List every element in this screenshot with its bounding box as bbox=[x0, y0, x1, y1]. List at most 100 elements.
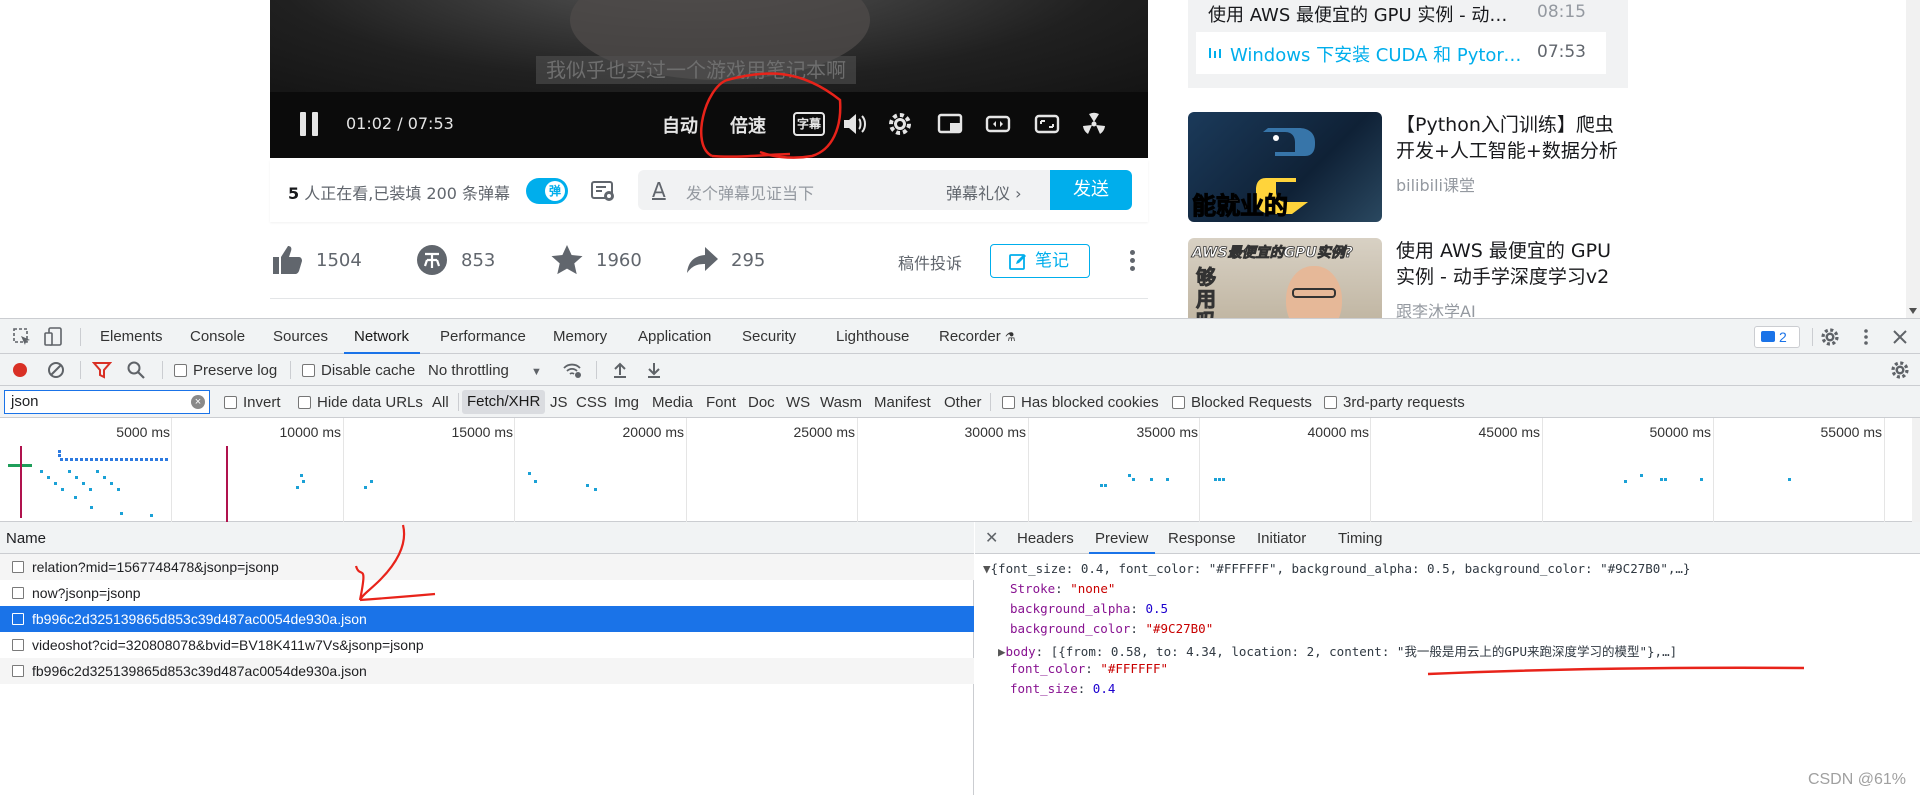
tab-initiator[interactable]: Initiator bbox=[1257, 530, 1306, 547]
settings-icon[interactable] bbox=[886, 110, 914, 138]
quality-button[interactable]: 自动 bbox=[662, 112, 698, 138]
more-icon[interactable] bbox=[1130, 250, 1136, 272]
issues-badge[interactable]: 2 bbox=[1754, 326, 1800, 348]
recommended-video[interactable]: 能就业的Python 【Python入门训练】爬虫开发+人工智能+数据分析 bi… bbox=[1188, 112, 1628, 222]
type-css[interactable]: CSS bbox=[576, 394, 607, 411]
type-media[interactable]: Media bbox=[652, 394, 693, 411]
throttling-select[interactable]: No throttling ▼ bbox=[428, 362, 542, 379]
type-manifest[interactable]: Manifest bbox=[874, 394, 931, 411]
network-settings-icon[interactable] bbox=[1890, 360, 1910, 380]
recommended-video[interactable]: AWS最便宜的GPU实例? 够用吗 使用 AWS 最便宜的 GPU 实例 - 动… bbox=[1188, 238, 1628, 318]
tab-headers[interactable]: Headers bbox=[1017, 530, 1074, 547]
tab-application[interactable]: Application bbox=[638, 328, 711, 345]
request-list-header[interactable]: Name bbox=[0, 522, 974, 554]
video-player[interactable]: 我似乎也买过一个游戏用笔记本啊 01:02 / 07:53 自动 倍速 字幕 bbox=[270, 0, 1148, 158]
video-thumbnail[interactable]: AWS最便宜的GPU实例? 够用吗 bbox=[1188, 238, 1382, 318]
widescreen-icon[interactable] bbox=[984, 110, 1012, 138]
danmaku-toggle[interactable]: 弹 bbox=[526, 178, 568, 204]
tab-performance[interactable]: Performance bbox=[440, 328, 526, 345]
danmaku-settings-icon[interactable] bbox=[590, 179, 616, 203]
type-doc[interactable]: Doc bbox=[748, 394, 775, 411]
danmaku-etiquette-link[interactable]: 弹幕礼仪 › bbox=[946, 180, 1022, 204]
inspect-element-icon[interactable] bbox=[12, 327, 32, 347]
timeline-request-mark bbox=[125, 458, 128, 461]
tab-network[interactable]: Network bbox=[354, 328, 409, 345]
table-row[interactable]: fb996c2d325139865d853c39d487ac0054de930a… bbox=[0, 658, 974, 684]
tab-elements[interactable]: Elements bbox=[100, 328, 163, 345]
danmaku-input[interactable]: 发个弹幕见证当下 bbox=[686, 180, 814, 204]
timeline-request-mark bbox=[1660, 478, 1663, 481]
thumbnail-caption: AWS最便宜的GPU实例? bbox=[1192, 245, 1354, 262]
json-row-body[interactable]: ▶body: [{from: 0.58, to: 4.34, location:… bbox=[998, 641, 1677, 660]
danmaku-send-button[interactable]: 发送 bbox=[1050, 170, 1132, 210]
tab-timing[interactable]: Timing bbox=[1338, 530, 1382, 547]
search-icon[interactable] bbox=[126, 360, 146, 380]
volume-icon[interactable] bbox=[840, 110, 868, 138]
tab-memory[interactable]: Memory bbox=[553, 328, 607, 345]
danmaku-style-icon[interactable]: A bbox=[652, 178, 666, 202]
network-conditions-icon[interactable] bbox=[562, 360, 582, 380]
recommended-title[interactable]: 【Python入门训练】爬虫开发+人工智能+数据分析 bbox=[1396, 112, 1628, 164]
playlist-item-active[interactable]: Windows 下安装 CUDA 和 Pytorc… 07:53 bbox=[1196, 32, 1606, 74]
network-overview-timeline[interactable]: 5000 ms 10000 ms 15000 ms 20000 ms 25000… bbox=[0, 418, 1920, 522]
tab-sources[interactable]: Sources bbox=[273, 328, 328, 345]
pause-icon[interactable] bbox=[300, 112, 320, 136]
video-thumbnail[interactable]: 能就业的Python bbox=[1188, 112, 1382, 222]
has-blocked-cookies-checkbox[interactable]: Has blocked cookies bbox=[1002, 394, 1159, 411]
device-toolbar-icon[interactable] bbox=[44, 327, 64, 347]
json-row: background_color: "#9C27B0" bbox=[1010, 621, 1214, 636]
export-har-icon[interactable] bbox=[644, 360, 664, 380]
speed-button[interactable]: 倍速 bbox=[730, 112, 766, 138]
json-root[interactable]: ▼{font_size: 0.4, font_color: "#FFFFFF",… bbox=[983, 561, 1690, 576]
hide-data-urls-checkbox[interactable]: Hide data URLs bbox=[298, 394, 423, 411]
filter-input[interactable]: json bbox=[4, 390, 210, 414]
network-filter-bar: json × Invert Hide data URLs All Fetch/X… bbox=[0, 386, 1920, 418]
close-devtools-icon[interactable] bbox=[1890, 327, 1910, 347]
invert-checkbox[interactable]: Invert bbox=[224, 394, 281, 411]
type-img[interactable]: Img bbox=[614, 394, 639, 411]
type-other[interactable]: Other bbox=[944, 394, 982, 411]
blocked-requests-checkbox[interactable]: Blocked Requests bbox=[1172, 394, 1312, 411]
clear-filter-icon[interactable]: × bbox=[191, 395, 205, 409]
table-row[interactable]: now?jsonp=jsonp bbox=[0, 580, 974, 606]
type-js[interactable]: JS bbox=[550, 394, 568, 411]
tab-response[interactable]: Response bbox=[1168, 530, 1236, 547]
tab-console[interactable]: Console bbox=[190, 328, 245, 345]
close-detail-icon[interactable]: ✕ bbox=[985, 528, 998, 548]
clear-icon[interactable] bbox=[46, 360, 66, 380]
tab-recorder[interactable]: Recorder ⚗ bbox=[939, 328, 1016, 345]
uploader-name[interactable]: bilibili课堂 bbox=[1396, 172, 1475, 196]
third-party-checkbox[interactable]: 3rd-party requests bbox=[1324, 394, 1465, 411]
tab-lighthouse[interactable]: Lighthouse bbox=[836, 328, 909, 345]
more-options-icon[interactable] bbox=[1856, 327, 1876, 347]
fullscreen-icon[interactable] bbox=[1033, 110, 1061, 138]
type-fetch-xhr[interactable]: Fetch/XHR bbox=[462, 390, 546, 414]
tab-security[interactable]: Security bbox=[742, 328, 796, 345]
page-scrollbar[interactable] bbox=[1906, 0, 1920, 318]
report-link[interactable]: 稿件投诉 bbox=[898, 250, 962, 274]
import-har-icon[interactable] bbox=[610, 360, 630, 380]
type-wasm[interactable]: Wasm bbox=[820, 394, 862, 411]
tab-preview[interactable]: Preview bbox=[1095, 530, 1148, 547]
devtools-settings-icon[interactable] bbox=[1820, 327, 1840, 347]
table-row[interactable]: relation?mid=1567748478&jsonp=jsonp bbox=[0, 554, 974, 580]
note-button[interactable]: 笔记 bbox=[990, 244, 1090, 278]
uploader-name[interactable]: 跟李沐学AI bbox=[1396, 298, 1476, 318]
disable-cache-checkbox[interactable]: Disable cache bbox=[302, 362, 415, 379]
type-font[interactable]: Font bbox=[706, 394, 736, 411]
recommended-title[interactable]: 使用 AWS 最便宜的 GPU 实例 - 动手学深度学习v2 bbox=[1396, 238, 1628, 290]
subtitle-button[interactable]: 字幕 bbox=[793, 112, 825, 136]
table-row[interactable]: videoshot?cid=320808078&bvid=BV18K411w7V… bbox=[0, 632, 974, 658]
playlist-item[interactable]: 使用 AWS 最便宜的 GPU 实例 - 动… 08:15 bbox=[1196, 0, 1606, 34]
record-icon[interactable] bbox=[10, 360, 30, 380]
table-row-selected[interactable]: fb996c2d325139865d853c39d487ac0054de930a… bbox=[0, 606, 974, 632]
type-ws[interactable]: WS bbox=[786, 394, 810, 411]
timeline-scrollbar[interactable] bbox=[1912, 418, 1920, 522]
scroll-down-icon[interactable] bbox=[1909, 308, 1917, 314]
type-all[interactable]: All bbox=[432, 394, 449, 411]
filter-icon[interactable] bbox=[92, 360, 112, 380]
pip-icon[interactable] bbox=[936, 110, 964, 138]
preserve-log-checkbox[interactable]: Preserve log bbox=[174, 362, 277, 379]
radiation-icon[interactable] bbox=[1080, 110, 1108, 138]
thumbs-up-icon bbox=[273, 246, 302, 274]
